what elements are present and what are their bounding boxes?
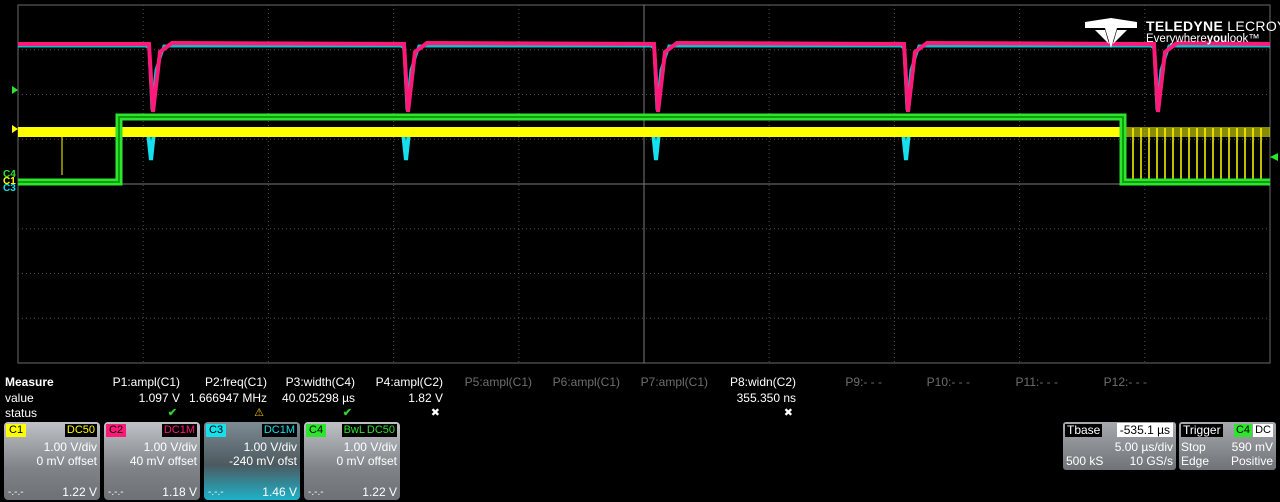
- channel-vdiv: 1.00 V/div: [343, 440, 397, 454]
- measure-status-ok-icon: ✔: [342, 407, 352, 419]
- measure-param-label[interactable]: P3:width(C4): [286, 375, 355, 389]
- waveform-display[interactable]: TELEDYNE LECROY Everywhereyoulook™ C4 C1…: [0, 0, 1280, 372]
- measure-title: Measure: [5, 375, 54, 389]
- channel-vdiv: 1.00 V/div: [143, 440, 197, 454]
- trigger-level: 590 mV: [1231, 440, 1273, 454]
- channel-dash: -.-.-: [308, 487, 324, 498]
- channel-dash: -.-.-: [108, 487, 124, 498]
- tbase-samples: 500 kS: [1066, 454, 1104, 468]
- measure-param-label[interactable]: P1:ampl(C1): [113, 375, 180, 389]
- trigger-source: C4: [1233, 424, 1252, 437]
- trigger-mode: Stop: [1181, 440, 1206, 454]
- channel-dash: -.-.-: [208, 487, 224, 498]
- c1-offset-arrow: [12, 125, 18, 133]
- channel-level: 1.46 V: [262, 485, 297, 499]
- measure-param-value: 40.025298 µs: [282, 391, 355, 405]
- measure-param-label[interactable]: P12:- - -: [1104, 375, 1147, 389]
- measure-status-x-icon: ✖: [430, 407, 440, 419]
- trigger-title: Trigger: [1181, 423, 1223, 437]
- channel-coupling-tag: DC50: [364, 424, 397, 437]
- c4-offset-arrow: [12, 86, 18, 94]
- measure-param-label[interactable]: P2:freq(C1): [205, 375, 267, 389]
- channel-coupling-tag: DC50: [64, 424, 97, 437]
- measure-param-label[interactable]: P6:ampl(C1): [553, 375, 620, 389]
- channel-id: C1: [6, 424, 27, 437]
- measure-table: Measure value status P1:ampl(C1) 1.097 V ✔…: [0, 372, 1280, 422]
- channel-c4-descriptor[interactable]: C4 BwL DC50 1.00 V/div 0 mV offset -.-.- 1.22 …: [304, 422, 400, 500]
- waveform-grid: [12, 4, 1278, 364]
- tbase-per-div: 5.00 µs/div: [1114, 440, 1173, 454]
- trigger-panel[interactable]: Trigger C4 DC Stop 590 mV Edge Positive: [1179, 422, 1276, 470]
- channel-c3-descriptor[interactable]: C3 DC1M 1.00 V/div -240 mV ofst -.-.- 1.46 V: [204, 422, 300, 500]
- measure-status-ok-icon: ✔: [167, 407, 177, 419]
- channel-level: 1.22 V: [62, 485, 97, 499]
- trigger-slope: Positive: [1230, 454, 1273, 468]
- channel-level: 1.18 V: [162, 485, 197, 499]
- measure-param-label[interactable]: P5:ampl(C1): [465, 375, 532, 389]
- measure-param-value: 355.350 ns: [736, 391, 796, 405]
- channel-vdiv: 1.00 V/div: [43, 440, 97, 454]
- channel-offset: 0 mV offset: [336, 454, 397, 468]
- channel-coupling-tag: DC1M: [161, 424, 197, 437]
- channel-bwlimit-tag: BwL: [341, 424, 367, 437]
- c1-burst-band: [1125, 127, 1270, 137]
- channel-id: C4: [306, 424, 327, 437]
- measure-status-x-icon: ✖: [783, 407, 793, 419]
- measure-param-label[interactable]: P4:ampl(C2): [376, 375, 443, 389]
- channel-c2-descriptor[interactable]: C2 DC1M 1.00 V/div 40 mV offset -.-.- 1.18 V: [104, 422, 200, 500]
- c1-trace: [18, 127, 1120, 137]
- trigger-coupling: DC: [1253, 424, 1273, 437]
- timebase-panel[interactable]: Tbase -535.1 µs 5.00 µs/div 500 kS 10 GS…: [1063, 422, 1176, 470]
- trigger-type: Edge: [1181, 454, 1210, 468]
- measure-param-label[interactable]: P9:- - -: [845, 375, 882, 389]
- tbase-rate: 10 GS/s: [1129, 454, 1173, 468]
- channel-level: 1.22 V: [362, 485, 397, 499]
- channel-vdiv: 1.00 V/div: [243, 440, 297, 454]
- measure-status-warn-icon: ⚠: [254, 407, 264, 419]
- tbase-delay: -535.1 µs: [1116, 423, 1173, 437]
- measure-value-label: value: [5, 391, 34, 405]
- channel-offset: -240 mV ofst: [228, 454, 297, 468]
- channel-id: C3: [206, 424, 227, 437]
- channel-c1-descriptor[interactable]: C1 DC50 1.00 V/div 0 mV offset -.-.- 1.22 V: [4, 422, 100, 500]
- teledyne-lecroy-logo: TELEDYNE LECROY Everywhereyoulook™: [1083, 16, 1280, 50]
- measure-param-label[interactable]: P11:- - -: [1016, 375, 1058, 389]
- c3-ground-marker[interactable]: C3: [3, 184, 16, 194]
- trigger-level-arrow: [1270, 153, 1278, 161]
- measure-param-value: 1.82 V: [408, 391, 443, 405]
- measure-param-value: 1.097 V: [138, 391, 180, 405]
- logo-icon: [1085, 18, 1137, 48]
- channel-dash: -.-.-: [8, 487, 24, 498]
- measure-param-label[interactable]: P10:- - -: [927, 375, 970, 389]
- measure-param-label[interactable]: P7:ampl(C1): [641, 375, 708, 389]
- channel-id: C2: [106, 424, 127, 437]
- measure-param-label[interactable]: P8:widn(C2): [730, 375, 796, 389]
- measure-param-value: 1.666947 MHz: [188, 391, 267, 405]
- tbase-title: Tbase: [1065, 423, 1103, 437]
- channel-coupling-tag: DC1M: [261, 424, 297, 437]
- channel-offset: 0 mV offset: [36, 454, 97, 468]
- measure-status-label: status: [5, 406, 38, 420]
- channel-offset: 40 mV offset: [129, 454, 197, 468]
